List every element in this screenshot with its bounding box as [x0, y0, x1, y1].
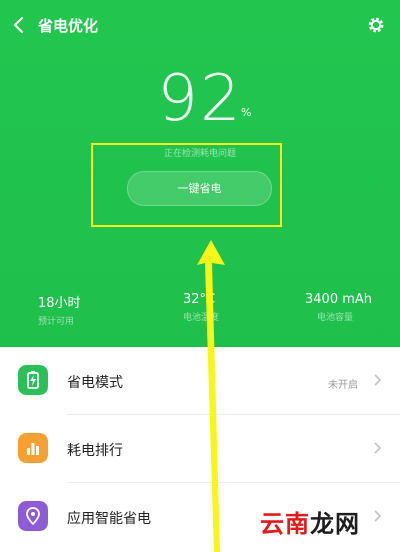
list-item-label: 耗电排行 — [67, 443, 123, 459]
stat-label: 电池温度 — [183, 313, 220, 323]
battery-percent-unit: % — [241, 106, 252, 119]
chevron-right-icon — [374, 510, 382, 522]
list-item-status: 未开启 — [328, 380, 358, 391]
chevron-right-icon — [374, 374, 382, 386]
chevron-right-icon — [374, 442, 382, 454]
stat-value: 18小时 — [38, 296, 81, 311]
battery-percent-value: 92 — [157, 62, 243, 136]
battery-hero-panel: 省电优化 92 % 正在检测耗电问题 一键省电 18小时 预计可用 32°C 电… — [0, 0, 400, 347]
watermark-logo: 云南龙网 — [260, 504, 360, 539]
battery-mode-icon — [18, 365, 48, 395]
watermark-part2: 龙网 — [310, 510, 360, 538]
location-pin-icon — [18, 501, 48, 531]
stat-label: 预计可用 — [38, 317, 75, 327]
bar-chart-icon — [18, 433, 48, 463]
list-item-power-saving-mode[interactable]: 省电模式 未开启 — [0, 347, 400, 415]
highlight-box — [91, 143, 282, 227]
stat-value: 3400 mAh — [305, 292, 373, 307]
watermark-part1: 云南 — [260, 510, 310, 538]
stat-temperature: 32°C 电池温度 — [183, 292, 219, 323]
stat-usage-time: 18小时 预计可用 — [38, 292, 81, 327]
list-item-power-ranking[interactable]: 耗电排行 — [0, 415, 400, 483]
chevron-left-icon[interactable] — [10, 14, 30, 36]
page-title: 省电优化 — [38, 17, 99, 35]
list-item-label: 省电模式 — [67, 375, 123, 391]
battery-percentage: 92 % — [0, 62, 400, 136]
list-item-label: 应用智能省电 — [67, 511, 151, 527]
gear-icon[interactable] — [366, 15, 386, 35]
stat-label: 电池容量 — [317, 313, 354, 323]
top-bar: 省电优化 — [0, 0, 400, 52]
stat-value: 32°C — [183, 292, 216, 307]
stat-capacity: 3400 mAh 电池容量 — [305, 292, 372, 323]
